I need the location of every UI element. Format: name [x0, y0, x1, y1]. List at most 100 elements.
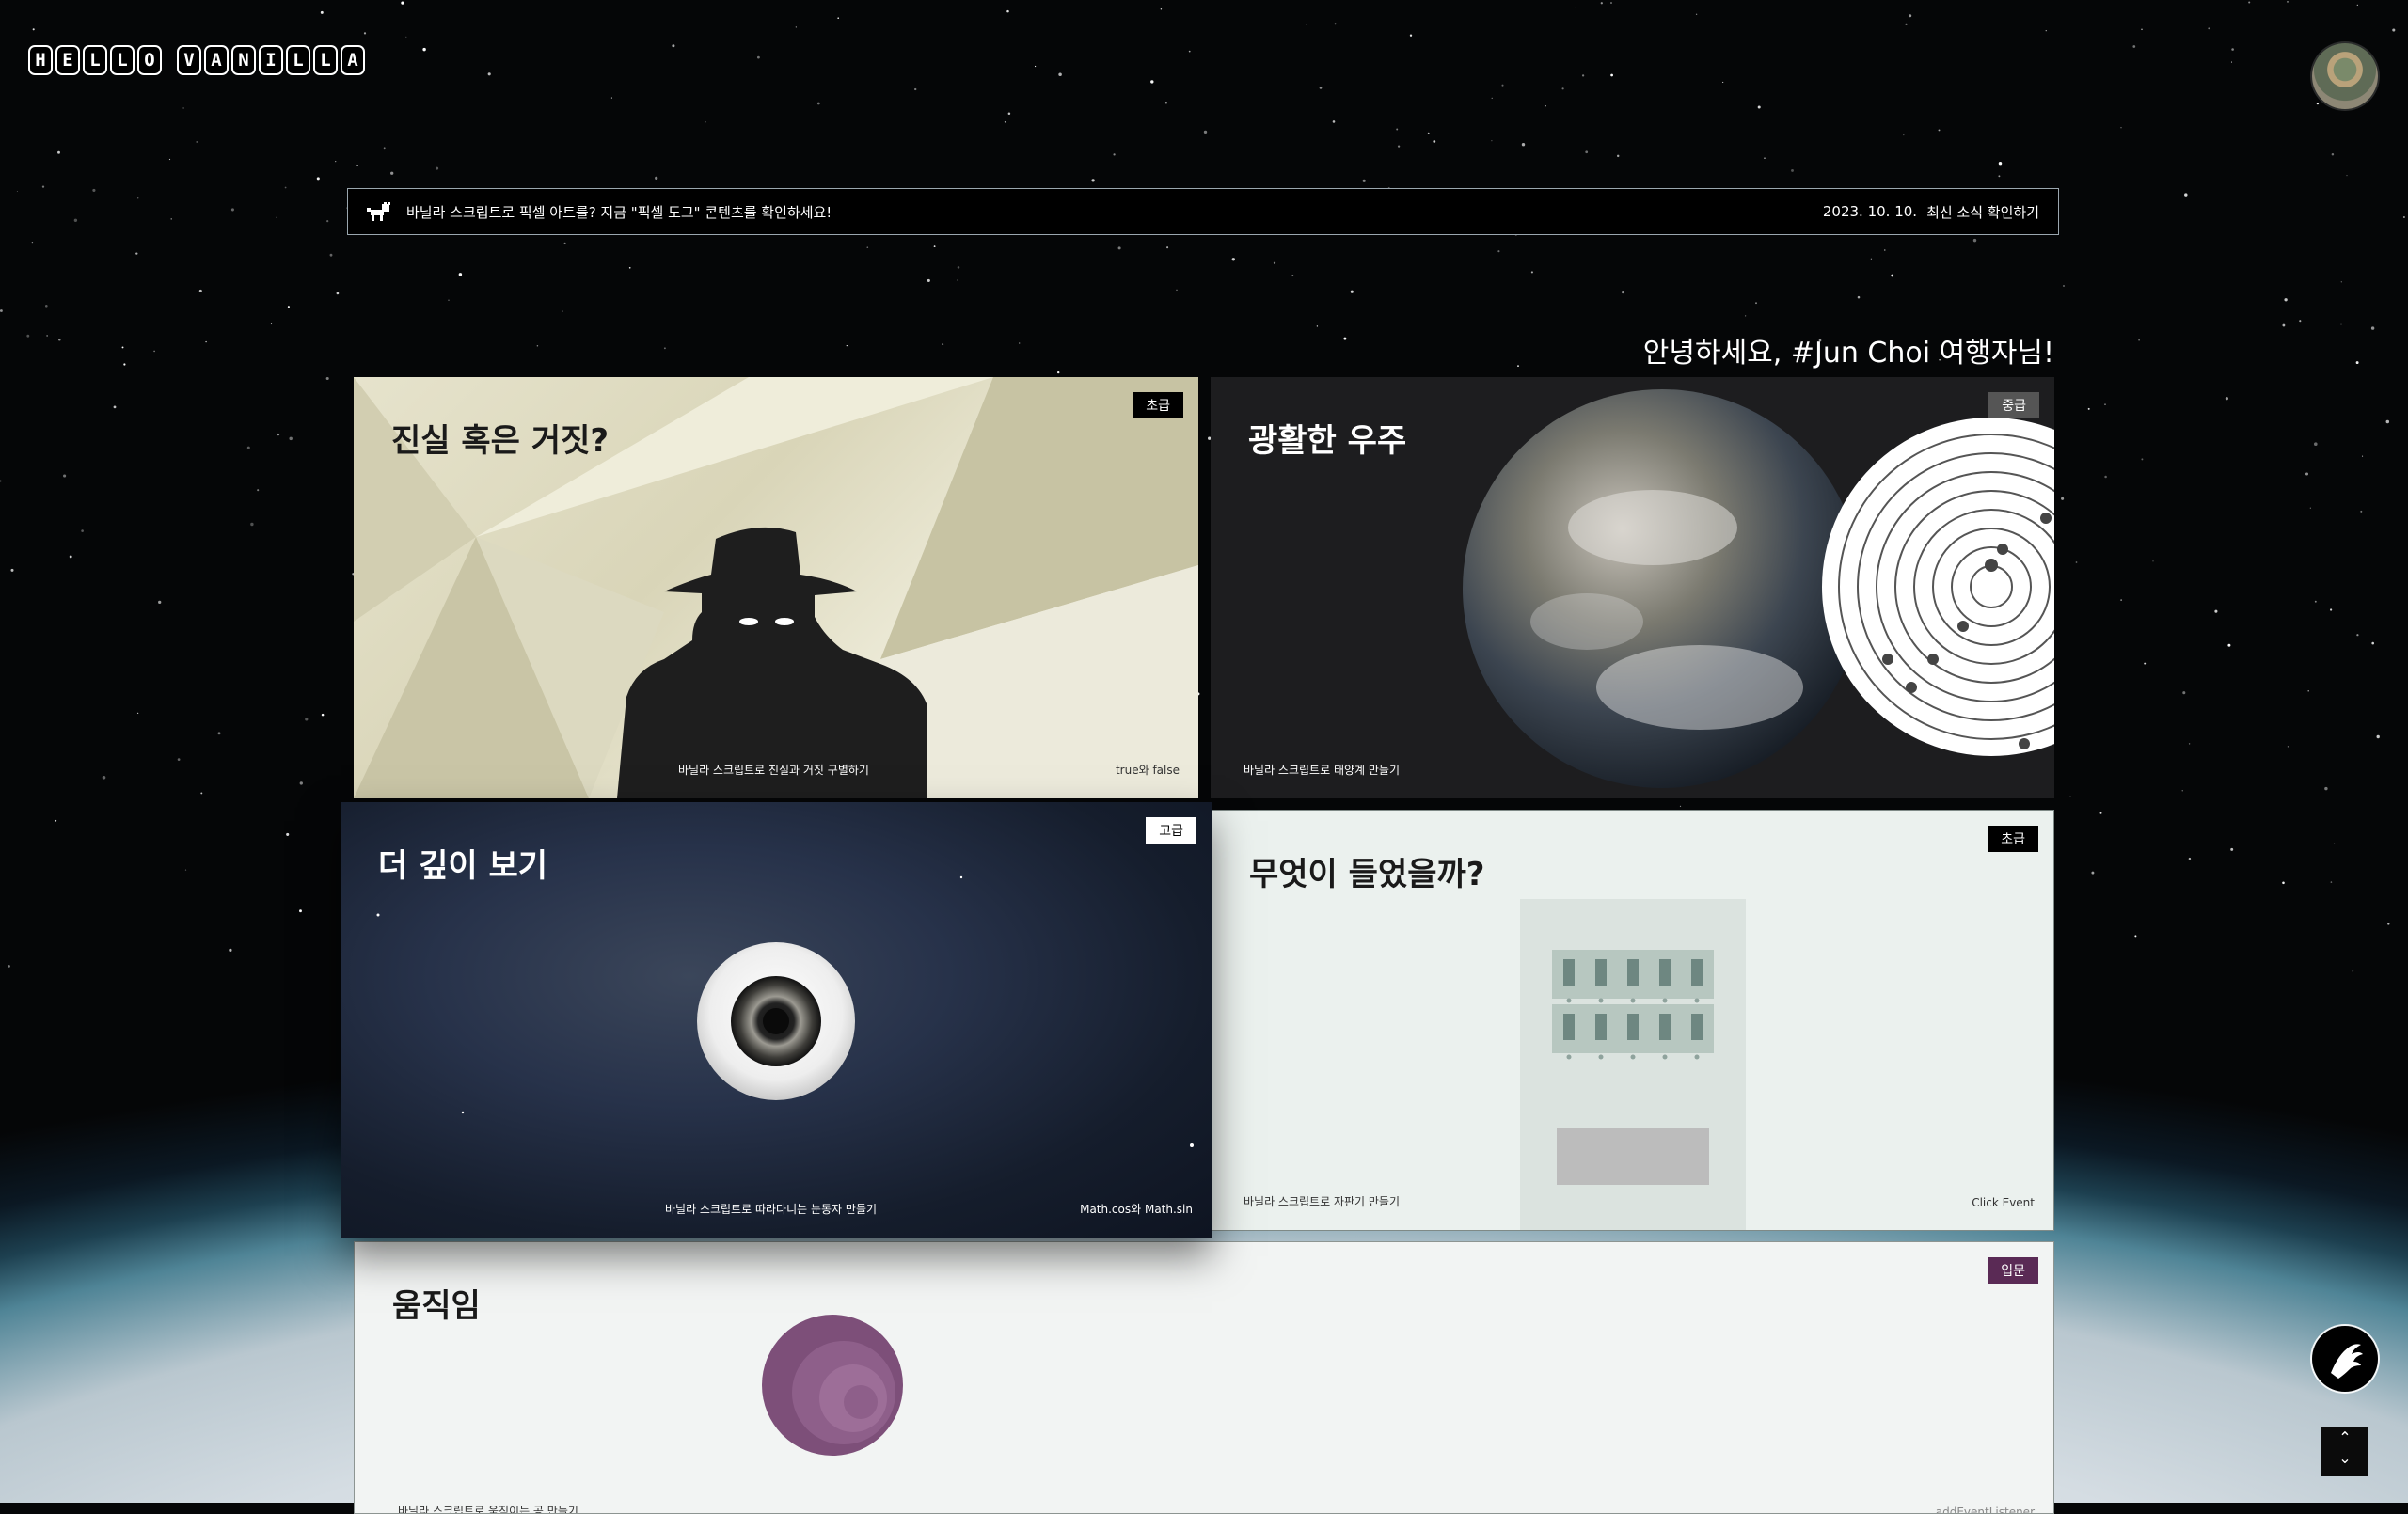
- card-title: 광활한 우주: [1248, 422, 1407, 460]
- star: [1319, 87, 1323, 89]
- star: [2287, 0, 2289, 3]
- star: [329, 253, 333, 257]
- star: [563, 242, 566, 244]
- logo-letter: L: [110, 45, 135, 75]
- star: [0, 309, 3, 312]
- card-title: 더 깊이 보기: [378, 847, 548, 885]
- scroll-controls[interactable]: ⌃ ⌄: [2321, 1427, 2368, 1476]
- card-description: 바닐라 스크립트로 태양계 만들기: [1244, 764, 1401, 777]
- logo-letter: I: [259, 45, 283, 75]
- star: [933, 245, 936, 248]
- star: [250, 522, 254, 527]
- hermes-menu-button[interactable]: [2312, 1326, 2378, 1392]
- logo-letter: N: [231, 45, 256, 75]
- logo-letter: E: [55, 45, 80, 75]
- star: [2225, 397, 2228, 401]
- star: [1695, 13, 1698, 15]
- star: [2181, 790, 2183, 792]
- star: [2360, 510, 2363, 513]
- star: [1884, 249, 1886, 251]
- star: [2284, 298, 2288, 302]
- star: [1998, 175, 2001, 178]
- star: [2104, 403, 2106, 405]
- card-tag: Math.cos와 Math.sin: [1080, 1203, 1193, 1216]
- star: [320, 10, 324, 14]
- card-deeper-look[interactable]: 더 깊이 보기 고급 바닐라 스크립트로 따라다니는 눈동자 만들기 Math.…: [341, 802, 1212, 1238]
- star: [284, 186, 287, 189]
- star: [182, 107, 184, 109]
- star: [1332, 120, 1336, 123]
- star: [31, 241, 34, 244]
- star: [2362, 455, 2364, 457]
- star: [1091, 179, 1095, 182]
- star: [299, 909, 302, 913]
- star: [73, 218, 78, 222]
- star: [8, 965, 10, 968]
- star: [356, 164, 358, 166]
- logo-letter: L: [313, 45, 338, 75]
- dog-icon: [367, 202, 390, 221]
- star: [1006, 9, 1009, 13]
- star: [2352, 970, 2354, 972]
- logo-letter: L: [83, 45, 107, 75]
- logo-letter: O: [137, 45, 162, 75]
- star: [1409, 34, 1413, 37]
- card-vending-machine[interactable]: 무엇이 들었을까? 초급 바닐라 스크립트로 자판기 만들기 Click Eve…: [1211, 810, 2054, 1231]
- star: [1058, 72, 1062, 76]
- star: [1396, 128, 1399, 131]
- notice-message[interactable]: 바닐라 스크립트로 픽셀 아트를? 지금 "픽셀 도그" 콘텐츠를 확인하세요!: [406, 202, 1823, 222]
- star: [1166, 246, 1169, 249]
- star: [383, 147, 386, 150]
- star: [2214, 609, 2218, 613]
- card-tag: addEventListener: [1935, 1506, 2035, 1514]
- star: [2063, 285, 2065, 287]
- star: [628, 266, 631, 269]
- star: [1905, 23, 1908, 25]
- star: [1972, 238, 1977, 243]
- star: [229, 948, 232, 953]
- star: [46, 335, 48, 337]
- card-movement[interactable]: 움직임 입문 바닐라 스크립트로 움직이는 공 만들기 addEventList…: [354, 1241, 2054, 1514]
- latest-news-link[interactable]: 최신 소식 확인하기: [1926, 202, 2039, 222]
- star: [1998, 161, 2003, 166]
- star: [113, 405, 117, 409]
- star: [1034, 65, 1037, 68]
- star: [196, 141, 198, 143]
- star: [335, 160, 337, 163]
- card-universe[interactable]: 광활한 우주 중급 바닐라 스크립트로 태양계 만들기: [1211, 377, 2054, 798]
- star: [1160, 8, 1163, 10]
- star: [2324, 786, 2328, 791]
- star: [1291, 275, 1294, 276]
- card-description: 바닐라 스크립트로 따라다니는 눈동자 만들기: [665, 1203, 878, 1216]
- scroll-up-icon[interactable]: ⌃: [2321, 1427, 2368, 1448]
- star: [1745, 315, 1747, 317]
- star: [1616, 154, 1620, 158]
- notice-bar[interactable]: 바닐라 스크립트로 픽셀 아트를? 지금 "픽셀 도그" 콘텐츠를 확인하세요!…: [347, 188, 2059, 235]
- star: [1117, 246, 1121, 250]
- hello-vanilla-logo[interactable]: HELLO VANILLA: [28, 45, 365, 75]
- star: [45, 305, 48, 308]
- star: [26, 334, 30, 338]
- star: [246, 446, 250, 449]
- star: [1343, 337, 1347, 340]
- star: [846, 345, 848, 347]
- star: [1150, 80, 1154, 84]
- user-avatar[interactable]: [2312, 43, 2378, 109]
- star: [1350, 290, 1354, 293]
- star: [1870, 258, 1873, 260]
- star: [1019, 342, 1021, 344]
- star: [121, 346, 124, 349]
- logo-letter: [165, 45, 174, 75]
- star: [10, 568, 14, 572]
- star: [63, 474, 67, 478]
- star: [1722, 81, 1724, 83]
- star: [1164, 102, 1168, 104]
- star: [957, 266, 960, 269]
- star: [1909, 14, 1912, 18]
- star: [287, 306, 290, 308]
- star: [2331, 152, 2335, 156]
- scroll-down-icon[interactable]: ⌄: [2321, 1448, 2368, 1469]
- star: [2184, 193, 2188, 197]
- star: [1176, 289, 1178, 291]
- card-truth-or-false[interactable]: 진실 혹은 거짓? 초급 바닐라 스크립트로 진실과 거짓 구별하기 true와…: [354, 377, 1198, 798]
